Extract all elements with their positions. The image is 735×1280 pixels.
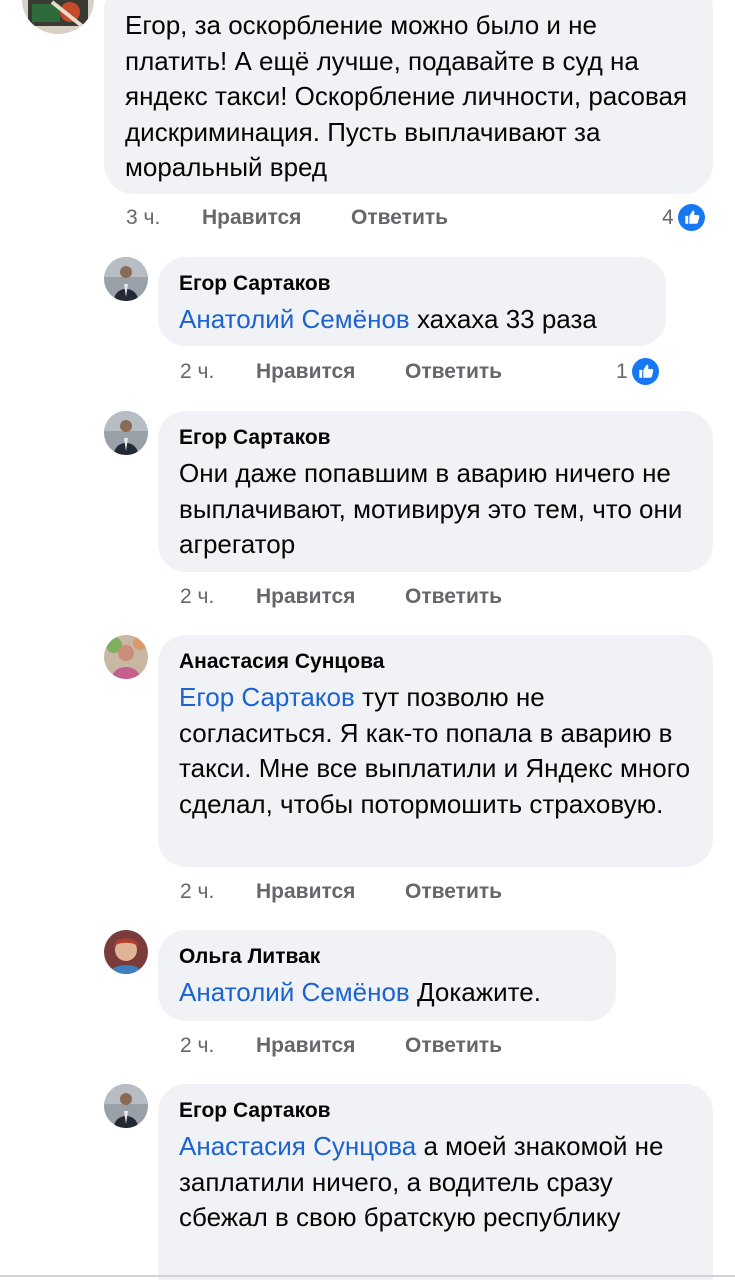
comment-time[interactable]: 2 ч. [180,1031,214,1061]
like-button[interactable]: Нравится [202,203,301,233]
mention-link[interactable]: Анатолий Семёнов [179,304,410,334]
reaction-count-number: 1 [616,360,628,383]
comment-time[interactable]: 2 ч. [180,582,214,612]
comment-text: Анастасия Сунцова а моей знакомой не зап… [179,1129,699,1236]
comments-thread: Егор, за оскорбление можно было и не пла… [0,0,735,1280]
comment-author[interactable]: Егор Сартаков [179,1098,691,1124]
avatar-image-icon [22,0,94,34]
avatar[interactable] [104,1084,148,1128]
like-button[interactable]: Нравится [256,357,355,387]
divider [0,1275,735,1277]
comment-text: Анатолий Семёнов хахаха 33 раза [179,302,644,338]
like-button[interactable]: Нравится [256,877,355,907]
reply-button[interactable]: Ответить [405,877,502,907]
reply-button[interactable]: Ответить [405,1031,502,1061]
mention-link[interactable]: Егор Сартаков [179,682,355,712]
comment-text-content: хахаха 33 раза [409,304,597,334]
avatar-image-icon [104,1084,148,1128]
comment-author[interactable]: Егор Сартаков [179,271,644,297]
comment-author[interactable]: Ольга Литвак [179,944,594,970]
comment-time[interactable]: 2 ч. [180,877,214,907]
reaction-count[interactable]: 4 [662,203,705,233]
reaction-count-number: 4 [662,206,674,229]
avatar[interactable] [104,257,148,301]
comment-text: Анатолий Семёнов Докажите. [179,975,594,1011]
comment-text: Егор Сартаков тут позволю не согласиться… [179,680,699,822]
like-thumb-icon [631,358,659,385]
comment-text: Они даже попавшим в аварию ничего не вып… [179,458,683,559]
comment-bubble: Егор Сартаков Анатолий Семёнов хахаха 33… [158,257,666,346]
comment-author[interactable]: Егор Сартаков [179,425,691,451]
like-thumb-icon [677,204,705,231]
avatar-image-icon [104,257,148,301]
comment-bubble: Ольга Литвак Анатолий Семёнов Докажите. [158,930,616,1021]
comment-bubble: Егор Сартаков Анастасия Сунцова а моей з… [158,1084,713,1280]
like-button[interactable]: Нравится [256,1031,355,1061]
mention-link[interactable]: Анатолий Семёнов [179,977,410,1007]
comment-bubble: Егор Сартаков Они даже попавшим в аварию… [158,411,713,572]
reply-button[interactable]: Ответить [405,357,502,387]
avatar-image-icon [104,411,148,455]
comment-author[interactable]: Анастасия Сунцова [179,649,691,675]
like-button[interactable]: Нравится [256,582,355,612]
avatar-image-icon [104,635,148,679]
reply-button[interactable]: Ответить [405,582,502,612]
comment-bubble: Егор, за оскорбление можно было и не пла… [104,0,713,194]
avatar[interactable] [104,930,148,974]
avatar[interactable] [22,0,94,34]
comment-time[interactable]: 2 ч. [180,357,214,387]
reaction-count[interactable]: 1 [616,357,659,387]
comment-time[interactable]: 3 ч. [126,203,160,233]
avatar[interactable] [104,635,148,679]
comment-bubble: Анастасия Сунцова Егор Сартаков тут позв… [158,635,713,867]
avatar[interactable] [104,411,148,455]
comment-text-content: Докажите. [409,977,541,1007]
mention-link[interactable]: Анастасия Сунцова [179,1131,416,1161]
comment-text: Егор, за оскорбление можно было и не пла… [125,10,688,182]
avatar-image-icon [104,930,148,974]
reply-button[interactable]: Ответить [351,203,448,233]
